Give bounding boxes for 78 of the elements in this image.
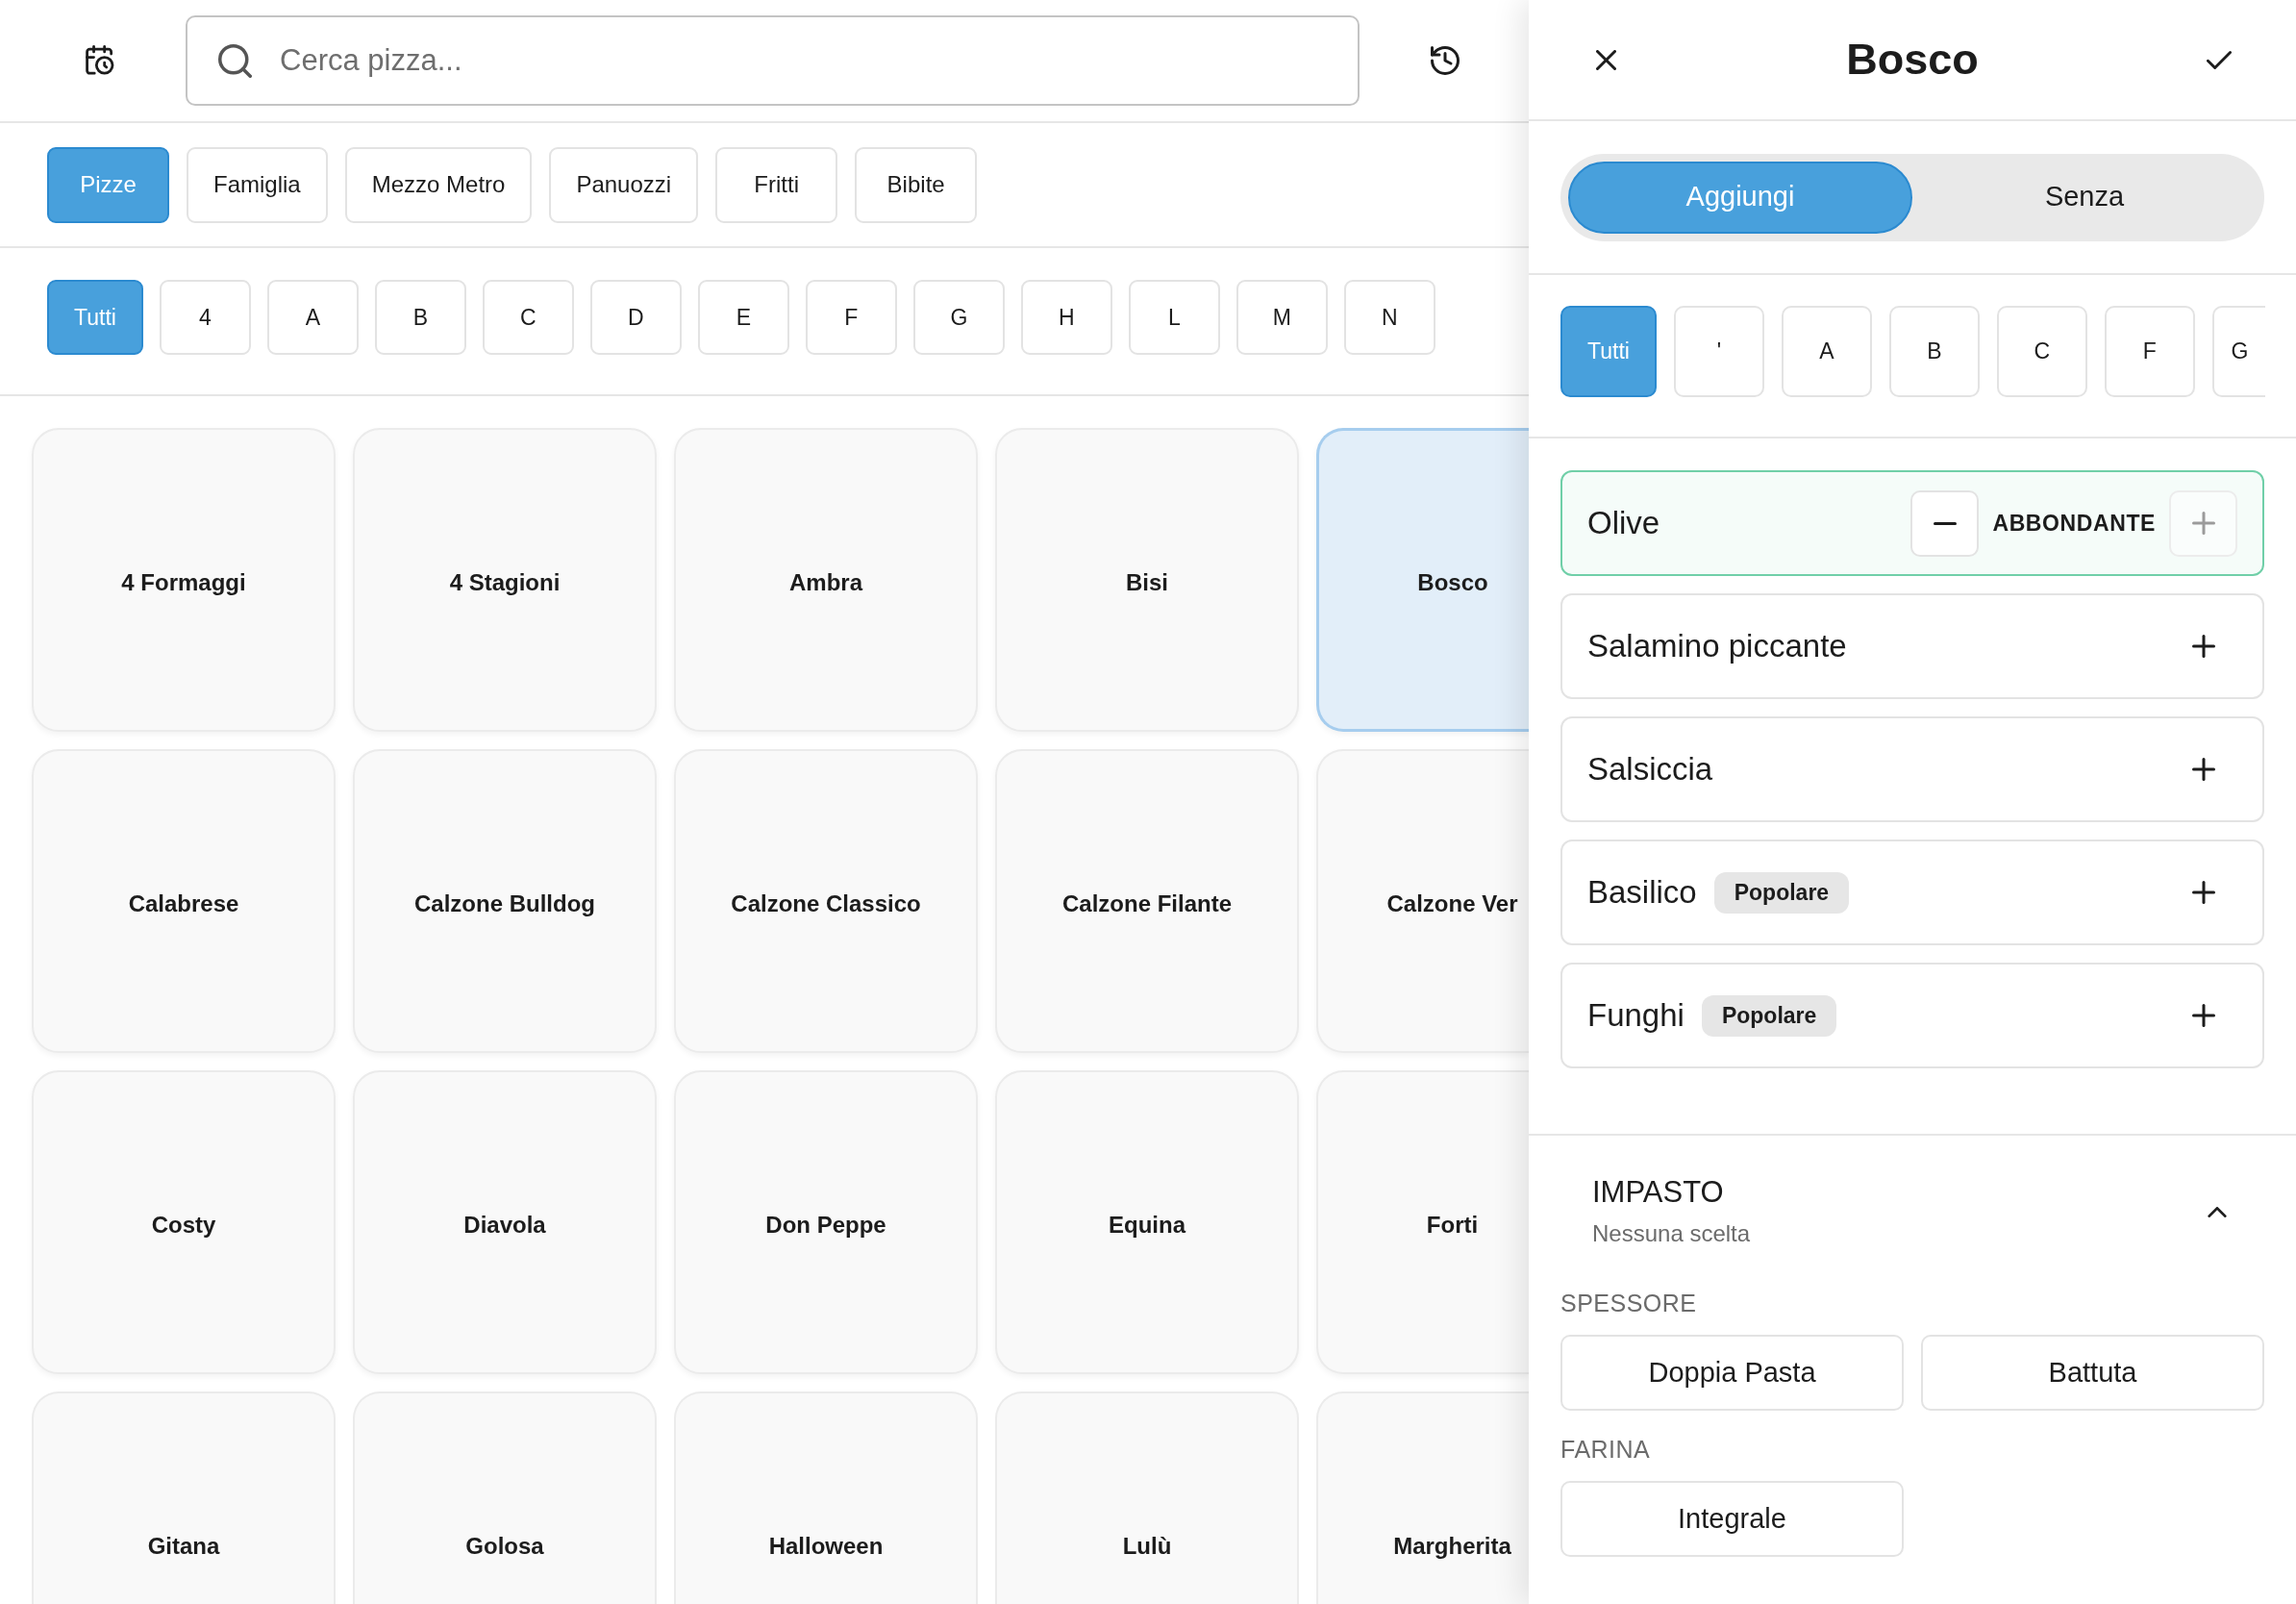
plus-icon[interactable] bbox=[2192, 635, 2215, 658]
ingredient-name: Salamino piccante bbox=[1587, 627, 1847, 666]
pizza-card[interactable]: Costy bbox=[32, 1070, 336, 1374]
letter-filter[interactable]: G bbox=[912, 280, 1005, 355]
letter-filter[interactable]: F bbox=[2104, 306, 2195, 397]
letter-filter[interactable]: L bbox=[1128, 280, 1220, 355]
group-label: FARINA bbox=[1560, 1435, 1651, 1464]
pizza-card[interactable]: Ambra bbox=[674, 428, 978, 732]
letter-filter[interactable]: D bbox=[589, 280, 682, 355]
letter-filter[interactable]: C bbox=[482, 280, 574, 355]
letter-filter[interactable]: B bbox=[374, 280, 466, 355]
letter-filter[interactable]: H bbox=[1020, 280, 1112, 355]
check-icon[interactable] bbox=[2207, 50, 2232, 69]
category-tab[interactable]: Bibite bbox=[855, 146, 978, 223]
letter-filter[interactable]: A bbox=[1781, 306, 1872, 397]
pizza-card[interactable]: Don Peppe bbox=[674, 1070, 978, 1374]
pizza-card[interactable]: Calzone Bulldog bbox=[353, 749, 657, 1053]
minus-icon bbox=[1933, 521, 1957, 525]
option-button[interactable]: Battuta bbox=[1921, 1335, 2264, 1411]
pizza-card[interactable]: Diavola bbox=[353, 1070, 657, 1374]
letter-filter[interactable]: F bbox=[805, 280, 897, 355]
chevron-up-icon[interactable] bbox=[2208, 1206, 2227, 1217]
pizza-card[interactable]: Calzone Filante bbox=[995, 749, 1299, 1053]
option-button[interactable]: Integrale bbox=[1560, 1481, 1904, 1557]
pizza-card[interactable]: 4 Formaggi bbox=[32, 428, 336, 732]
pizza-card[interactable]: 4 Stagioni bbox=[353, 428, 657, 732]
ingredient-card[interactable]: Olive ABBONDANTE bbox=[1560, 470, 2264, 576]
search-field[interactable]: Cerca pizza... bbox=[186, 15, 1360, 106]
option-button[interactable]: Doppia Pasta bbox=[1560, 1335, 1904, 1411]
ingredient-name: Olive bbox=[1587, 504, 1660, 543]
plus-icon[interactable] bbox=[2192, 758, 2215, 781]
quantity-label: ABBONDANTE bbox=[1992, 509, 2156, 538]
pizza-card[interactable]: Lulù bbox=[995, 1391, 1299, 1604]
ingredient-card[interactable]: Basilico Popolare bbox=[1560, 840, 2264, 945]
section-summary: Nessuna scelta bbox=[1592, 1219, 1751, 1248]
category-tab[interactable]: Fritti bbox=[715, 146, 838, 223]
ingredient-card[interactable]: Salamino piccante bbox=[1560, 593, 2264, 699]
close-icon[interactable] bbox=[1595, 49, 1616, 70]
letter-filter[interactable]: A bbox=[266, 280, 359, 355]
pizza-card[interactable]: Gitana bbox=[32, 1391, 336, 1604]
popularity-tag: Popolare bbox=[1713, 871, 1850, 914]
pizza-card[interactable]: Equina bbox=[995, 1070, 1299, 1374]
section-title: IMPASTO bbox=[1592, 1175, 1724, 1210]
letter-filter[interactable]: 4 bbox=[159, 280, 251, 355]
pizza-card[interactable]: Calabrese bbox=[32, 749, 336, 1053]
ingredient-card[interactable]: Funghi Popolare bbox=[1560, 963, 2264, 1068]
panel-title: Bosco bbox=[1846, 36, 1979, 84]
plus-icon bbox=[2191, 512, 2215, 535]
plus-icon[interactable] bbox=[2192, 881, 2215, 904]
mode-tab[interactable]: Senza bbox=[1912, 161, 2257, 234]
category-tab[interactable]: Panuozzi bbox=[549, 146, 699, 223]
category-tab[interactable]: Mezzo Metro bbox=[344, 146, 533, 223]
pizza-card[interactable]: Bisi bbox=[995, 428, 1299, 732]
pizza-card[interactable]: Calzone Classico bbox=[674, 749, 978, 1053]
ingredient-name: Funghi bbox=[1587, 996, 1685, 1036]
letter-filter[interactable]: C bbox=[1996, 306, 2087, 397]
pizza-card[interactable]: Margherita bbox=[1316, 1391, 1529, 1604]
letter-filter[interactable]: M bbox=[1235, 280, 1328, 355]
search-icon bbox=[218, 44, 252, 78]
letter-filter[interactable]: N bbox=[1343, 280, 1435, 355]
history-icon[interactable] bbox=[1431, 46, 1460, 75]
letter-filter[interactable]: ' bbox=[1673, 306, 1764, 397]
pizza-card[interactable]: Forti bbox=[1316, 1070, 1529, 1374]
pizza-card[interactable]: Halloween bbox=[674, 1391, 978, 1604]
ingredient-name: Basilico bbox=[1587, 873, 1697, 913]
letter-filter[interactable]: B bbox=[1888, 306, 1980, 397]
pizza-card[interactable]: Bosco bbox=[1316, 428, 1529, 732]
pizza-card[interactable]: Calzone Ver bbox=[1316, 749, 1529, 1053]
ingredient-card[interactable]: Salsiccia bbox=[1560, 716, 2264, 822]
pizza-card[interactable]: Golosa bbox=[353, 1391, 657, 1604]
popularity-tag: Popolare bbox=[1701, 994, 1837, 1037]
ingredient-name: Salsiccia bbox=[1587, 750, 1713, 789]
group-label: SPESSORE bbox=[1560, 1289, 1697, 1317]
category-tab[interactable]: Famiglia bbox=[187, 146, 328, 223]
letter-filter[interactable]: G bbox=[2211, 306, 2265, 397]
plus-icon[interactable] bbox=[2192, 1004, 2215, 1027]
letter-filter[interactable]: E bbox=[697, 280, 789, 355]
calendar-clock-icon[interactable] bbox=[85, 45, 115, 76]
